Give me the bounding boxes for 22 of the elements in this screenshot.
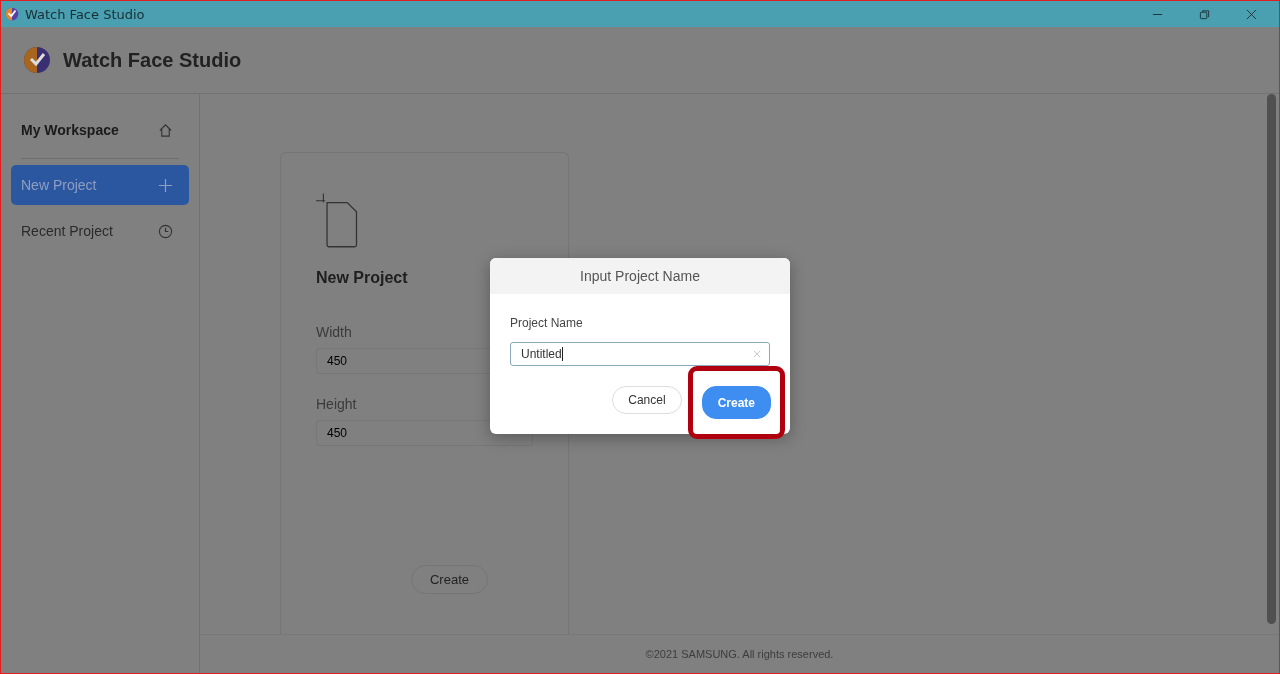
scrollbar[interactable] bbox=[1267, 94, 1276, 624]
create-button[interactable]: Create bbox=[701, 386, 771, 419]
sidebar-item[interactable]: New Project bbox=[11, 165, 189, 205]
plus-icon bbox=[158, 177, 173, 193]
project-name-field[interactable]: Untitled bbox=[510, 342, 770, 366]
app-logo-icon bbox=[5, 7, 19, 21]
window-title: Watch Face Studio bbox=[25, 6, 145, 22]
create-button[interactable]: Create bbox=[411, 565, 488, 594]
restore-icon[interactable] bbox=[1199, 8, 1210, 20]
cancel-button[interactable]: Cancel bbox=[612, 386, 682, 414]
card-title: New Project bbox=[316, 269, 409, 287]
home-icon bbox=[158, 122, 173, 138]
dialog-title: Input Project Name bbox=[490, 258, 790, 294]
clock-icon bbox=[158, 223, 173, 239]
app-logo-icon bbox=[23, 46, 51, 74]
close-icon[interactable] bbox=[1246, 8, 1257, 20]
field-label: Project Name bbox=[510, 316, 584, 330]
copyright-text: ©2021 SAMSUNG. All rights reserved. bbox=[200, 634, 1279, 673]
sidebar-item[interactable]: My Workspace bbox=[11, 110, 189, 150]
sidebar-item[interactable]: Recent Project bbox=[11, 211, 189, 251]
field-label: Height bbox=[316, 396, 358, 412]
app-name: Watch Face Studio bbox=[63, 48, 242, 72]
